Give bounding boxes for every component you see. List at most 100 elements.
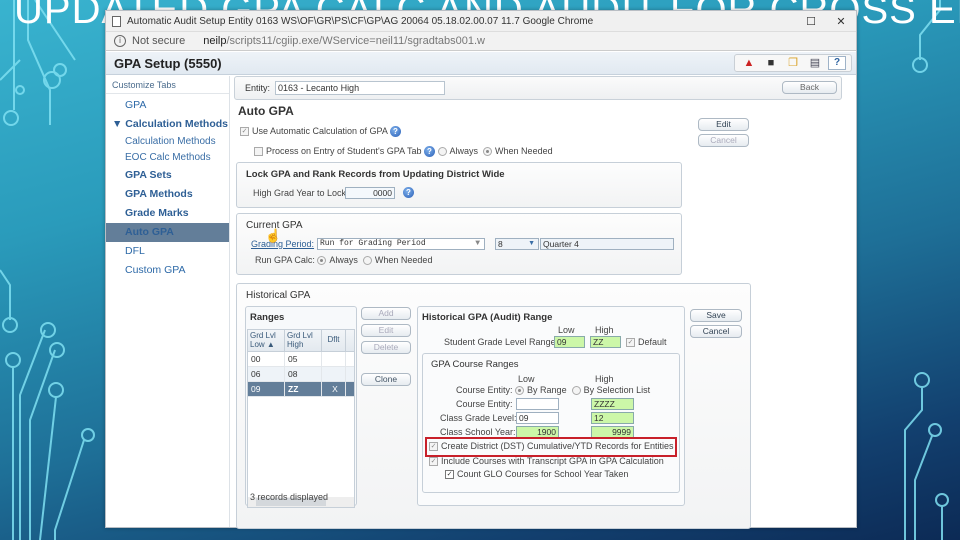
back-button[interactable]: Back [782,81,837,94]
sidebar-item-gpa-methods[interactable]: GPA Methods [106,185,229,204]
cell-low: 06 [248,367,285,381]
records-count: 3 records displayed [250,492,329,502]
close-button[interactable]: ✕ [826,15,856,28]
high-grad-year-field[interactable]: 0000 [345,187,395,199]
class-grade-low-field[interactable]: 09 [516,412,559,424]
sidebar-header[interactable]: Customize Tabs [106,76,229,94]
print-icon[interactable]: ▤ [806,56,824,70]
process-always-radio[interactable] [437,147,447,157]
grid-header: Grd Lvl Low ▲ Grd Lvl High Dflt [248,330,354,352]
run-gpa-calc-label: Run GPA Calc: [255,255,315,265]
security-label: Not secure [132,35,186,47]
cell-high: ZZ [285,382,322,396]
delete-button[interactable]: Delete [361,341,411,354]
use-auto-calc-row: ✓ Use Automatic Calculation of GPA ? [240,126,401,138]
maximize-button[interactable]: ☐ [796,15,826,28]
window-title: Automatic Audit Setup Entity 0163 WS\OF\… [127,15,594,27]
report-icon[interactable]: ▲ [740,56,758,70]
save-button[interactable]: Save [690,309,742,322]
toolbar: ▲ ■ ❐ ▤ ? [734,54,852,72]
process-on-entry-checkbox[interactable] [254,147,263,157]
sidebar-item-eoc-calc-methods[interactable]: EOC Calc Methods [106,150,229,166]
by-selection-label: By Selection List [583,385,651,395]
grading-period-select[interactable]: Run for Grading Period ▼ [317,238,485,250]
class-grade-high-field[interactable]: 12 [591,412,634,424]
sidebar: Customize Tabs GPA ▼ Calculation Methods… [106,76,230,527]
dropdown-arrow-icon: ▼ [475,239,480,248]
run-gpa-calc-row: Run GPA Calc: Always When Needed [255,255,432,266]
highlight-box [425,437,677,457]
by-range-radio[interactable] [515,386,525,396]
process-when-needed-radio[interactable] [483,147,493,157]
course-entity-low-field[interactable] [516,398,559,410]
col-grd-lvl-low[interactable]: Grd Lvl Low ▲ [248,330,285,351]
col-dflt[interactable]: Dflt [322,330,346,351]
sidebar-item-auto-gpa[interactable]: Auto GPA [106,223,229,242]
sidebar-item-grade-marks[interactable]: Grade Marks [106,204,229,223]
default-checkbox[interactable]: ✓ [626,338,635,348]
camera-icon[interactable]: ■ [762,56,780,70]
audit-high-label: High [595,325,614,335]
cell-low: 00 [248,352,285,366]
high-grad-year-label: High Grad Year to Lock: [253,188,349,198]
use-auto-calc-checkbox[interactable]: ✓ [240,127,249,137]
period-number-value: 8 [498,239,503,249]
copy-icon[interactable]: ❐ [784,56,802,70]
main-area: Entity: 0163 - Lecanto High Back Auto GP… [234,76,856,529]
default-label: Default [638,337,667,347]
url-path: /scripts11/cgiip.exe/WService=neil11/sgr… [226,35,485,47]
ranges-grid: Grd Lvl Low ▲ Grd Lvl High Dflt 00 05 06… [247,329,355,508]
run-when-needed-radio[interactable] [362,256,372,266]
edit-range-button[interactable]: Edit [361,324,411,337]
sidebar-group-calculation-methods[interactable]: ▼ Calculation Methods [106,115,229,134]
include-courses-checkbox[interactable]: ✓ [429,457,438,467]
count-glo-row: ✓ Count GLO Courses for School Year Taken [445,469,628,480]
sidebar-item-calculation-methods[interactable]: Calculation Methods [106,134,229,150]
grade-low-field[interactable]: 09 [554,336,585,348]
by-selection-radio[interactable] [571,386,581,396]
course-entity-label: Course Entity: [456,399,513,409]
entity-label: Entity: [245,83,271,93]
info-icon[interactable]: i [114,35,126,47]
grade-high-field[interactable]: ZZ [590,336,621,348]
grading-period-link[interactable]: Grading Period: [251,239,314,249]
entity-field[interactable]: 0163 - Lecanto High [275,81,446,95]
address-bar[interactable]: i Not secure neilp /scripts11/cgiip.exe/… [106,31,856,51]
edit-button[interactable]: Edit [698,118,749,131]
cell-dflt [322,352,346,366]
browser-window: Automatic Audit Setup Entity 0163 WS\OF\… [105,10,857,529]
course-entity-mode-row: Course Entity: By Range By Selection Lis… [456,385,651,396]
include-courses-label: Include Courses with Transcript GPA in G… [441,456,664,466]
cancel-button[interactable]: Cancel [698,134,749,147]
process-always-label: Always [449,146,479,156]
course-ranges-panel: GPA Course Ranges Low High Course Entity… [422,353,680,493]
sidebar-item-dfl[interactable]: DFL [106,242,229,261]
help-circle-icon[interactable]: ? [389,126,401,138]
table-row[interactable]: 00 05 [248,352,354,367]
add-button[interactable]: Add [361,307,411,320]
process-when-needed-label: When Needed [495,146,553,156]
help-circle-icon[interactable]: ? [424,146,435,158]
hand-cursor-icon: ☝ [265,228,282,243]
sidebar-item-custom-gpa[interactable]: Custom GPA [106,261,229,280]
table-row[interactable]: 06 08 [248,367,354,382]
ranges-panel: Ranges Grd Lvl Low ▲ Grd Lvl High Dflt 0… [245,306,357,508]
sidebar-item-gpa[interactable]: GPA [106,96,229,115]
help-circle-icon[interactable]: ? [403,187,414,198]
sidebar-item-gpa-sets[interactable]: GPA Sets [106,166,229,185]
count-glo-checkbox[interactable]: ✓ [445,470,454,480]
process-on-entry-label: Process on Entry of Student's GPA Tab [266,146,422,156]
historical-gpa-title: Historical GPA [246,290,311,301]
course-entity-mode-label: Course Entity: [456,385,513,395]
run-always-radio[interactable] [317,256,327,266]
cancel-historical-button[interactable]: Cancel [690,325,742,338]
col-grd-lvl-high[interactable]: Grd Lvl High [285,330,322,351]
course-entity-high-field[interactable]: ZZZZ [591,398,634,410]
period-number-select[interactable]: 8 ▼ [495,238,539,250]
help-icon[interactable]: ? [828,56,846,70]
audit-range-title: Historical GPA (Audit) Range [422,312,553,323]
historical-gpa-panel: Historical GPA Ranges Grd Lvl Low ▲ Grd … [236,283,751,529]
page-title: GPA Setup (5550) [114,55,222,71]
table-row-selected[interactable]: 09 ZZ X [248,382,354,397]
clone-button[interactable]: Clone [361,373,411,386]
